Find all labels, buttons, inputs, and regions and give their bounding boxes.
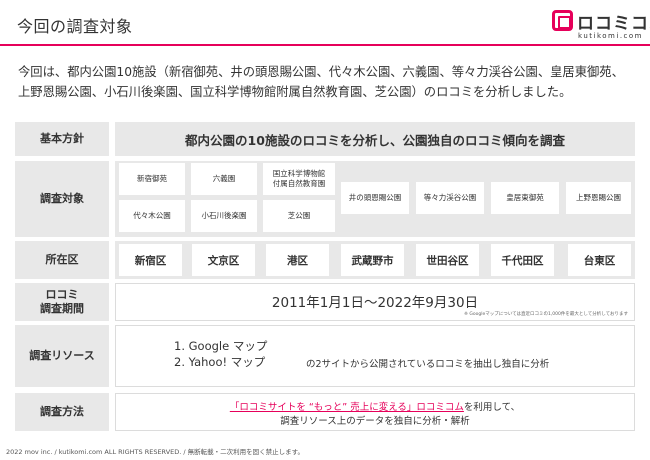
ward-cell: 台東区 <box>568 244 631 276</box>
row-method: 調査方法 「ロコミサイトを “もっと” 売上に変える」ロコミコムを利用して、 調… <box>15 393 635 431</box>
method-text: 「ロコミサイトを “もっと” 売上に変える」ロコミコムを利用して、 調査リソース… <box>116 401 634 429</box>
resource-list: 1. Google マップ 2. Yahoo! マップ <box>174 338 267 370</box>
method-line-1: 「ロコミサイトを “もっと” 売上に変える」ロコミコムを利用して、 <box>116 401 634 415</box>
ward-cell: 文京区 <box>192 244 255 276</box>
targets-panel: 新宿御苑 六義園 国立科学博物館 付属自然教育園 代々木公園 小石川後楽園 芝公… <box>115 161 635 237</box>
park-cell: 小石川後楽園 <box>191 200 257 232</box>
location-panel: 新宿区 文京区 港区 武蔵野市 世田谷区 千代田区 台東区 <box>115 241 635 279</box>
method-line-2: 調査リソース上のデータを独自に分析・解析 <box>280 416 470 427</box>
logo-text: ロコミコム <box>577 14 650 34</box>
row-label-policy: 基本方針 <box>15 122 109 156</box>
logo-icon <box>552 10 573 31</box>
ward-cell: 新宿区 <box>119 244 182 276</box>
brand-logo: ロコミコム kutikomi.com <box>552 8 650 42</box>
ward-cell: 世田谷区 <box>416 244 479 276</box>
row-label-resources: 調査リソース <box>15 325 109 387</box>
park-cell: 上野恩賜公園 <box>566 182 631 214</box>
park-cell: 井の頭恩賜公園 <box>341 182 409 214</box>
park-cell: 等々力渓谷公園 <box>416 182 484 214</box>
intro-paragraph: 今回は、都内公園10施設（新宿御苑、井の頭恩賜公園、代々木公園、六義園、等々力渓… <box>18 65 624 99</box>
policy-panel: 都内公園の10施設のロコミを分析し、公園独自のロコミ傾向を調査 <box>115 122 635 156</box>
resource-item: 2. Yahoo! マップ <box>174 355 266 369</box>
park-cell: 皇居東御苑 <box>491 182 559 214</box>
row-label-method: 調査方法 <box>15 393 109 431</box>
period-note: ※ Googleマップについては直近ロコミの1,000件を最大として分析しており… <box>464 312 628 317</box>
row-resources: 調査リソース 1. Google マップ 2. Yahoo! マップ の2サイト… <box>15 325 635 387</box>
row-label-location: 所在区 <box>15 241 109 279</box>
kutikomi-link[interactable]: 「ロコミサイトを “もっと” 売上に変える」ロコミコム <box>230 402 464 413</box>
park-cell: 芝公園 <box>263 200 335 232</box>
ward-cell: 千代田区 <box>491 244 554 276</box>
ward-cell: 武蔵野市 <box>341 244 404 276</box>
park-cell: 代々木公園 <box>119 200 185 232</box>
resources-panel: 1. Google マップ 2. Yahoo! マップ の2サイトから公開されて… <box>115 325 635 387</box>
ward-cell: 港区 <box>266 244 329 276</box>
copyright-footer: 2022 mov inc. / kutikomi.com ALL RIGHTS … <box>6 448 305 456</box>
method-line-1-rest: を利用して、 <box>463 402 521 413</box>
period-panel: 2011年1月1日〜2022年9月30日 ※ Googleマップについては直近ロ… <box>115 283 635 321</box>
row-label-period: ロコミ 調査期間 <box>15 283 109 321</box>
park-cell: 新宿御苑 <box>119 163 185 195</box>
row-label-targets: 調査対象 <box>15 161 109 237</box>
park-cell: 国立科学博物館 付属自然教育園 <box>263 163 335 195</box>
page-title: 今回の調査対象 <box>17 17 133 36</box>
row-period: ロコミ 調査期間 2011年1月1日〜2022年9月30日 ※ Googleマッ… <box>15 283 635 321</box>
row-policy: 基本方針 都内公園の10施設のロコミを分析し、公園独自のロコミ傾向を調査 <box>15 122 635 156</box>
row-targets: 調査対象 新宿御苑 六義園 国立科学博物館 付属自然教育園 代々木公園 小石川後… <box>15 161 635 237</box>
period-text: 2011年1月1日〜2022年9月30日 <box>271 295 479 311</box>
row-location: 所在区 新宿区 文京区 港区 武蔵野市 世田谷区 千代田区 台東区 <box>15 241 635 279</box>
resource-item: 1. Google マップ <box>174 339 268 353</box>
title-underline <box>0 44 650 46</box>
method-panel: 「ロコミサイトを “もっと” 売上に変える」ロコミコムを利用して、 調査リソース… <box>115 393 635 431</box>
logo-subtext: kutikomi.com <box>578 32 643 40</box>
park-cell: 六義園 <box>191 163 257 195</box>
policy-text: 都内公園の10施設のロコミを分析し、公園独自のロコミ傾向を調査 <box>185 132 565 148</box>
resources-note: の2サイトから公開されているロコミを抽出し独自に分析 <box>306 359 550 370</box>
